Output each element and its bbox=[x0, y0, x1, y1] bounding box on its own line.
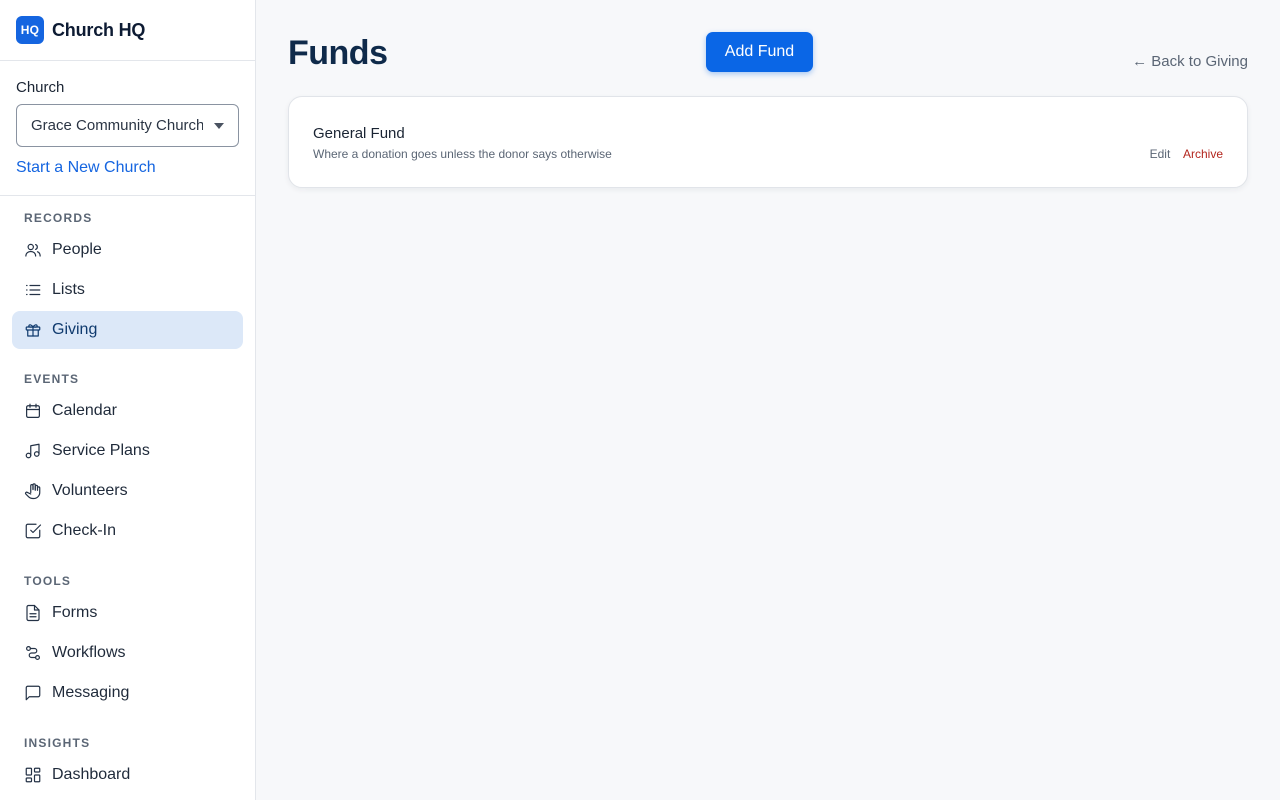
sidebar-item-dashboard[interactable]: Dashboard bbox=[12, 756, 243, 794]
sidebar-item-label: Forms bbox=[52, 604, 98, 621]
sidebar-item-forms[interactable]: Forms bbox=[12, 594, 243, 632]
sidebar-item-messaging[interactable]: Messaging bbox=[12, 674, 243, 712]
gift-icon bbox=[24, 321, 42, 339]
sidebar-item-label: Volunteers bbox=[52, 482, 128, 499]
fund-actions: Edit Archive bbox=[1150, 147, 1223, 161]
church-label: Church bbox=[16, 79, 65, 96]
archive-fund-link[interactable]: Archive bbox=[1183, 147, 1223, 161]
sidebar-item-label: Calendar bbox=[52, 402, 117, 419]
sidebar-item-label: Lists bbox=[52, 281, 85, 298]
nav-section-tools: TOOLS bbox=[24, 574, 72, 588]
church-select-value: Grace Community Church bbox=[31, 117, 203, 134]
church-selector-block: Church Grace Community Church Start a Ne… bbox=[0, 61, 255, 196]
back-to-giving-link[interactable]: ← Back to Giving bbox=[1132, 53, 1248, 70]
sidebar-item-label: Dashboard bbox=[52, 766, 131, 783]
brand-logo[interactable]: HQ bbox=[16, 16, 44, 44]
sidebar-item-label: Service Plans bbox=[52, 442, 150, 459]
brand-header: HQ Church HQ bbox=[0, 0, 255, 61]
sidebar-item-label: Messaging bbox=[52, 684, 130, 701]
workflow-icon bbox=[24, 644, 42, 662]
check-square-icon bbox=[24, 522, 42, 540]
brand-name[interactable]: Church HQ bbox=[52, 20, 145, 41]
nav-section-insights: INSIGHTS bbox=[24, 736, 91, 750]
list-icon bbox=[24, 281, 42, 299]
edit-fund-link[interactable]: Edit bbox=[1150, 147, 1171, 161]
people-icon bbox=[24, 241, 42, 259]
add-fund-button[interactable]: Add Fund bbox=[706, 32, 813, 72]
fund-name: General Fund bbox=[313, 125, 405, 142]
sidebar-item-lists[interactable]: Lists bbox=[12, 271, 243, 309]
dashboard-icon bbox=[24, 766, 42, 784]
sidebar-item-label: People bbox=[52, 241, 102, 258]
sidebar-item-check-in[interactable]: Check-In bbox=[12, 512, 243, 550]
church-select[interactable]: Grace Community Church bbox=[16, 104, 239, 147]
sidebar: HQ Church HQ Church Grace Community Chur… bbox=[0, 0, 256, 800]
sidebar-item-service-plans[interactable]: Service Plans bbox=[12, 432, 243, 470]
fund-description: Where a donation goes unless the donor s… bbox=[313, 147, 612, 161]
sidebar-item-giving[interactable]: Giving bbox=[12, 311, 243, 349]
sidebar-nav: RECORDS People Lists Giving EVENTS Calen… bbox=[0, 211, 255, 794]
start-new-church-link[interactable]: Start a New Church bbox=[16, 159, 239, 177]
sidebar-item-workflows[interactable]: Workflows bbox=[12, 634, 243, 672]
main-content: Funds Add Fund ← Back to Giving General … bbox=[256, 0, 1280, 800]
fund-card: General Fund Where a donation goes unles… bbox=[288, 96, 1248, 188]
music-note-icon bbox=[24, 442, 42, 460]
page-title: Funds bbox=[288, 34, 388, 72]
sidebar-item-label: Giving bbox=[52, 321, 98, 338]
message-icon bbox=[24, 684, 42, 702]
sidebar-item-calendar[interactable]: Calendar bbox=[12, 392, 243, 430]
hand-icon bbox=[24, 482, 42, 500]
document-icon bbox=[24, 604, 42, 622]
nav-section-records: RECORDS bbox=[24, 211, 93, 225]
sidebar-item-people[interactable]: People bbox=[12, 231, 243, 269]
chevron-down-icon bbox=[214, 123, 224, 129]
calendar-icon bbox=[24, 402, 42, 420]
sidebar-item-volunteers[interactable]: Volunteers bbox=[12, 472, 243, 510]
sidebar-item-label: Check-In bbox=[52, 522, 117, 539]
sidebar-item-label: Workflows bbox=[52, 644, 126, 661]
nav-section-events: EVENTS bbox=[24, 372, 80, 386]
